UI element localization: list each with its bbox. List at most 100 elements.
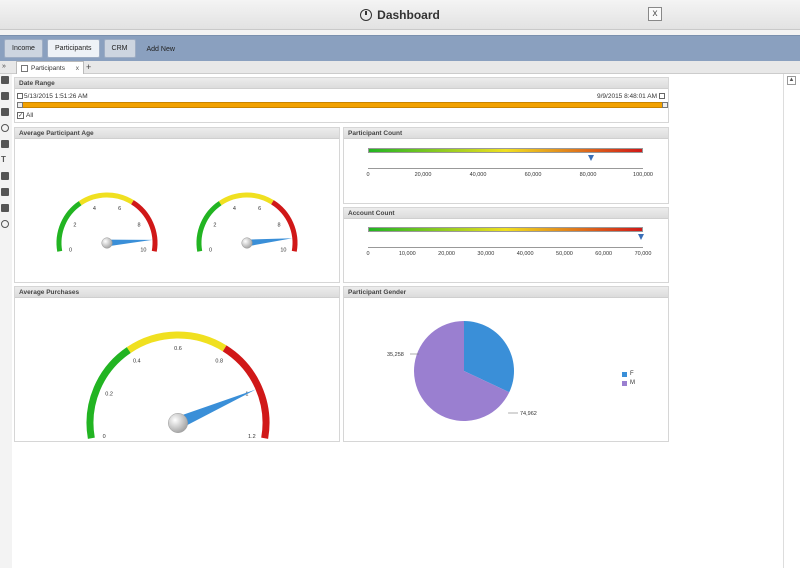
- account-count-gradient-bar: [368, 227, 643, 232]
- participant-count-tick-label: 80,000: [579, 172, 597, 178]
- legend-item-f[interactable]: F: [622, 371, 634, 377]
- participant-count-tick-label: 20,000: [414, 172, 432, 178]
- all-checkbox[interactable]: ✓: [17, 112, 24, 119]
- slider-handle-start[interactable]: [17, 102, 23, 108]
- participant-count-title: Participant Count: [344, 128, 668, 139]
- settings-icon[interactable]: [1, 220, 9, 228]
- gender-pie: 35,258 74,962: [387, 321, 537, 421]
- legend-label: F: [630, 371, 634, 377]
- refresh-icon[interactable]: [1, 124, 9, 132]
- age-gauge-1-tick-label: 6: [118, 206, 121, 212]
- age-gauge-2-arc-segment: [218, 192, 274, 206]
- nav-tab-crm[interactable]: CRM: [103, 39, 136, 58]
- window-title: Dashboard: [377, 7, 440, 22]
- participant-count-panel: Participant Count 0 20,000 40,000 60,000 80,…: [343, 127, 669, 204]
- participant-gender-panel: Participant Gender 35,258 74,962 FM: [343, 286, 669, 442]
- close-icon[interactable]: x: [648, 7, 662, 21]
- chart-icon[interactable]: [1, 172, 9, 180]
- avg-purchases-title: Average Purchases: [15, 287, 339, 298]
- nav-add-new[interactable]: Add New: [140, 41, 182, 58]
- age-gauge-1-tick-label: 10: [140, 247, 146, 253]
- age-gauge-2-arc-segment: [196, 201, 222, 252]
- left-toolbar: T: [0, 76, 12, 236]
- purchases-gauge-tick-label: 0: [103, 434, 106, 440]
- slider-handle-end[interactable]: [662, 102, 668, 108]
- account-count-tick-label: 60,000: [595, 251, 613, 257]
- all-label: All: [26, 112, 34, 119]
- avg-purchases-gauge: 00.20.40.60.811.2: [86, 331, 270, 440]
- account-count-tick-label: 50,000: [556, 251, 573, 257]
- nav-tab-income[interactable]: Income: [4, 39, 43, 58]
- age-gauge-1-arc-segment: [56, 201, 82, 252]
- age-gauge-1-arc-segment: [131, 200, 158, 252]
- account-count-tick-label: 10,000: [398, 251, 416, 257]
- document-tab-strip: » Participants x +: [0, 61, 800, 74]
- scroll-up-icon[interactable]: ▲: [787, 76, 796, 85]
- participant-count-axis-line: [368, 168, 643, 169]
- age-gauge-1-hub: [101, 237, 113, 249]
- nav-tab-participants[interactable]: Participants: [46, 39, 100, 58]
- age-gauge-1-tick-label: 8: [138, 223, 141, 229]
- account-count-tick-label: 20,000: [438, 251, 455, 257]
- all-checkbox-group[interactable]: ✓ All: [17, 112, 33, 119]
- avg-age-panel: Average Participant Age 0 2 4 6 8 10 0 2 4 6 8 10: [14, 127, 340, 283]
- dashboard-tab-icon: [21, 64, 28, 72]
- participant-count-tick-label: 100,000: [633, 172, 653, 178]
- age-gauge-1-needle: [106, 239, 153, 247]
- pie-value-label-f: 35,258: [387, 352, 404, 358]
- account-count-value-marker: [638, 234, 645, 240]
- scrollbar[interactable]: ▲: [783, 74, 800, 568]
- purchases-gauge-tick-label: 0.6: [174, 346, 182, 352]
- account-count-tick-label: 0: [366, 251, 370, 257]
- date-from[interactable]: 5/13/2015 1:51:26 AM: [17, 93, 88, 100]
- document-icon[interactable]: [1, 76, 9, 84]
- folder-icon[interactable]: [1, 92, 9, 100]
- table-icon[interactable]: [1, 140, 9, 148]
- age-gauge-2-needle: [246, 238, 293, 247]
- age-gauge-2-tick-label: 10: [280, 247, 286, 253]
- age-gauge-2-tick-label: 0: [209, 247, 212, 253]
- account-count-title: Account Count: [344, 208, 668, 219]
- purchases-gauge-tick-label: 0.8: [215, 358, 223, 364]
- age-gauge-1-tick-label: 4: [93, 206, 96, 212]
- participant-count-gradient-bar: [368, 148, 643, 153]
- age-gauge-2-tick-label: 2: [213, 223, 216, 229]
- window-title-group: Dashboard: [360, 8, 440, 22]
- participant-gender-title: Participant Gender: [344, 287, 668, 298]
- legend-swatch: [622, 380, 627, 386]
- age-gauge-2-tick-label: 6: [258, 206, 261, 212]
- participant-count-tick-label: 60,000: [524, 172, 542, 178]
- account-count-axis-line: [368, 247, 643, 248]
- date-to[interactable]: 9/9/2015 8:48:01 AM: [597, 93, 666, 100]
- participant-count-tick-label: 0: [366, 172, 370, 178]
- tab-close-icon[interactable]: x: [76, 65, 79, 72]
- add-tab-icon[interactable]: +: [86, 62, 91, 72]
- document-tab-participants[interactable]: Participants x: [16, 61, 84, 74]
- date-range-panel: Date Range 5/13/2015 1:51:26 AM 9/9/2015…: [14, 77, 669, 123]
- age-gauge-1-tick-label: 2: [73, 223, 76, 229]
- calendar-icon[interactable]: [659, 93, 665, 99]
- participant-count-tick-label: 40,000: [469, 172, 487, 178]
- account-count-tick-label: 30,000: [477, 251, 495, 257]
- age-gauge-1-arc-segment: [78, 192, 134, 206]
- age-gauge-2-tick-label: 4: [233, 206, 236, 212]
- legend-item-m[interactable]: M: [622, 380, 635, 386]
- purchases-gauge-tick-label: 0.2: [105, 391, 113, 397]
- link-icon[interactable]: [1, 204, 9, 212]
- legend-label: M: [630, 380, 635, 386]
- avg-purchases-panel: Average Purchases 0 0.2 0.4 0.6 0.8 1 1.2: [14, 286, 340, 442]
- legend-swatch: [622, 371, 627, 377]
- save-icon[interactable]: [1, 108, 9, 116]
- date-range-slider[interactable]: [17, 102, 668, 108]
- report-icon[interactable]: [1, 188, 9, 196]
- calendar-icon[interactable]: [17, 93, 23, 99]
- avg-age-gauges: 0 2 4 6 8 10 0 2 4 6 8 10: [56, 192, 298, 253]
- clock-icon: [360, 8, 373, 21]
- collapse-chevron-icon[interactable]: »: [2, 63, 6, 70]
- date-from-value: 5/13/2015 1:51:26 AM: [24, 93, 88, 100]
- age-gauge-2-arc-segment: [271, 200, 298, 252]
- purchases-gauge-tick-label: 0.4: [133, 358, 141, 364]
- text-icon[interactable]: T: [1, 156, 9, 164]
- participant-count-value-marker: [587, 155, 594, 161]
- top-nav: Income Participants CRM Add New: [0, 35, 800, 61]
